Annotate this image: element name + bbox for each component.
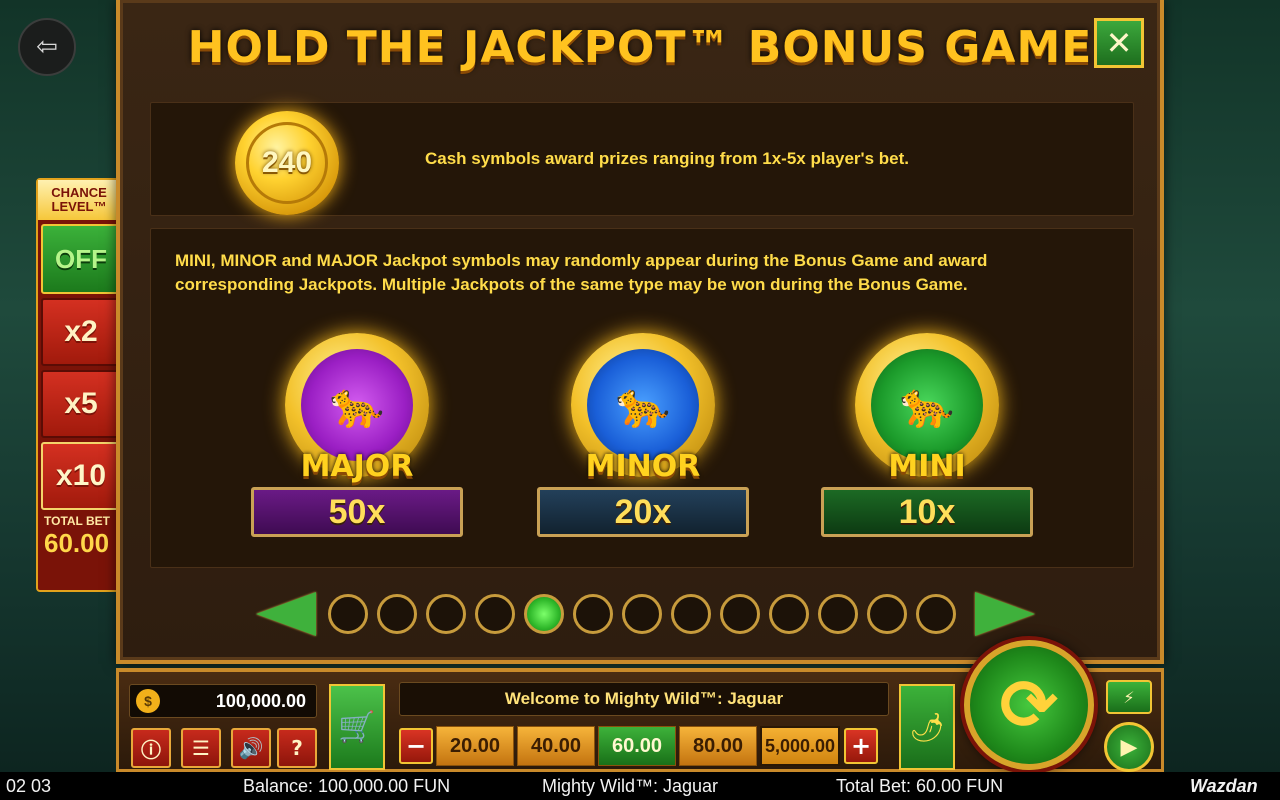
cash-info-box: 240 Cash symbols award prizes ranging fr… [150,102,1134,216]
chance-off-button[interactable]: OFF [41,224,121,294]
clock: 02 03 [6,776,52,796]
turbo-button[interactable]: ⚡ [1106,680,1152,714]
spin-arrows-icon: ⟳ [999,664,1059,746]
bonus-game-dialog: HOLD THE JACKPOT™ BONUS GAME ✕ 240 Cash … [116,0,1164,664]
bet-decrease-button[interactable]: − [399,728,433,764]
page-dots [328,594,965,634]
menu-button[interactable]: ☰ [181,728,221,768]
coin-value: 240 [246,122,328,204]
info-icon: ⓘ [141,737,161,762]
cash-description: Cash symbols award prizes ranging from 1… [425,149,909,168]
menu-icon: ☰ [192,736,210,760]
bet-option-selected[interactable]: 60.00 [598,726,676,766]
jackpot-description: MINI, MINOR and MAJOR Jackpot symbols ma… [175,251,988,294]
bet-option[interactable]: 20.00 [436,726,514,766]
bet-option-max[interactable]: 5,000.00 [760,726,840,766]
question-icon: ? [291,736,303,760]
chili-peppers-icon: 🌶 [909,710,945,744]
page-dot[interactable] [622,594,662,634]
close-icon: ✕ [1105,24,1133,62]
total-bet-value: 60.00 [44,528,110,558]
status-balance: Balance: 100,000.00 FUN [243,776,451,796]
wazdan-logo: Wazdan [1190,776,1258,796]
sound-button[interactable]: 🔊 [231,728,271,768]
jackpot-value: 10x [821,487,1033,537]
page-dot[interactable] [377,594,417,634]
page-dot[interactable] [475,594,515,634]
status-game-name: Mighty Wild™: Jaguar [542,776,719,796]
page-dot[interactable] [769,594,809,634]
page-navigator [256,590,1036,638]
volatility-button[interactable]: 🌶 [899,684,955,770]
jungle-background-right [1160,0,1280,772]
chance-level-title: CHANCE LEVEL™ [38,180,120,220]
jackpot-name: MINI [888,449,966,484]
cash-coin-icon: 240 [235,111,339,215]
chance-level-panel: CHANCE LEVEL™ OFF x2 x5 x10 TOTAL BET 60… [36,178,122,592]
chance-x2-button[interactable]: x2 [41,298,121,366]
jackpot-info-box: MINI, MINOR and MAJOR Jackpot symbols ma… [150,228,1134,568]
balance-display: $ 100,000.00 [129,684,317,718]
page-dot[interactable] [573,594,613,634]
balance-value: 100,000.00 [215,691,306,711]
page-dot[interactable] [671,594,711,634]
page-dot-active[interactable] [524,594,564,634]
jackpot-name: MAJOR [300,449,414,484]
next-page-arrow-icon[interactable] [975,592,1035,636]
page-dot[interactable] [916,594,956,634]
cart-icon: 🛒 [338,709,376,745]
status-bar: 02 03 Balance: 100,000.00 FUN Mighty Wil… [0,772,1280,800]
money-bag-icon: $ [136,689,160,713]
jaguar-icon: 🐆 [871,349,983,461]
exit-icon: ⇦ [36,32,58,62]
chance-total-bet: TOTAL BET 60.00 [38,514,120,559]
exit-button[interactable]: ⇦ [18,18,76,76]
jackpot-major: 🐆 MAJOR 50x [251,333,463,537]
jaguar-icon: 🐆 [587,349,699,461]
dialog-title: HOLD THE JACKPOT™ BONUS GAME [187,22,1093,73]
chance-x5-button[interactable]: x5 [41,370,121,438]
autoplay-button[interactable]: ▶ [1104,722,1154,772]
welcome-message: Welcome to Mighty Wild™: Jaguar [399,682,889,716]
total-bet-label: TOTAL BET [44,514,110,528]
chance-title-line2: LEVEL™ [51,199,107,214]
jaguar-icon: 🐆 [301,349,413,461]
help-button[interactable]: ? [277,728,317,768]
page-dot[interactable] [426,594,466,634]
page-dot[interactable] [720,594,760,634]
bet-increase-button[interactable]: + [844,728,878,764]
page-dot[interactable] [867,594,907,634]
chance-x10-button[interactable]: x10 [41,442,121,510]
chance-title-line1: CHANCE [51,185,107,200]
close-button[interactable]: ✕ [1094,18,1144,68]
bet-selector: − 20.00 40.00 60.00 80.00 5,000.00 + [399,724,889,768]
jackpot-name: MINOR [585,449,701,484]
status-total-bet: Total Bet: 60.00 FUN [836,776,1004,796]
buy-feature-button[interactable]: 🛒 [329,684,385,770]
prev-page-arrow-icon[interactable] [256,592,316,636]
turbo-icon: ⚡ [1123,687,1135,707]
page-dot[interactable] [328,594,368,634]
info-button[interactable]: ⓘ [131,728,171,768]
jackpot-value: 50x [251,487,463,537]
spin-button[interactable]: ⟳ [964,640,1094,770]
bet-option[interactable]: 80.00 [679,726,757,766]
bet-option[interactable]: 40.00 [517,726,595,766]
jackpot-value: 20x [537,487,749,537]
jackpot-minor: 🐆 MINOR 20x [537,333,749,537]
page-dot[interactable] [818,594,858,634]
play-icon: ▶ [1120,734,1138,760]
jackpot-mini: 🐆 MINI 10x [821,333,1033,537]
speaker-icon: 🔊 [238,736,264,760]
